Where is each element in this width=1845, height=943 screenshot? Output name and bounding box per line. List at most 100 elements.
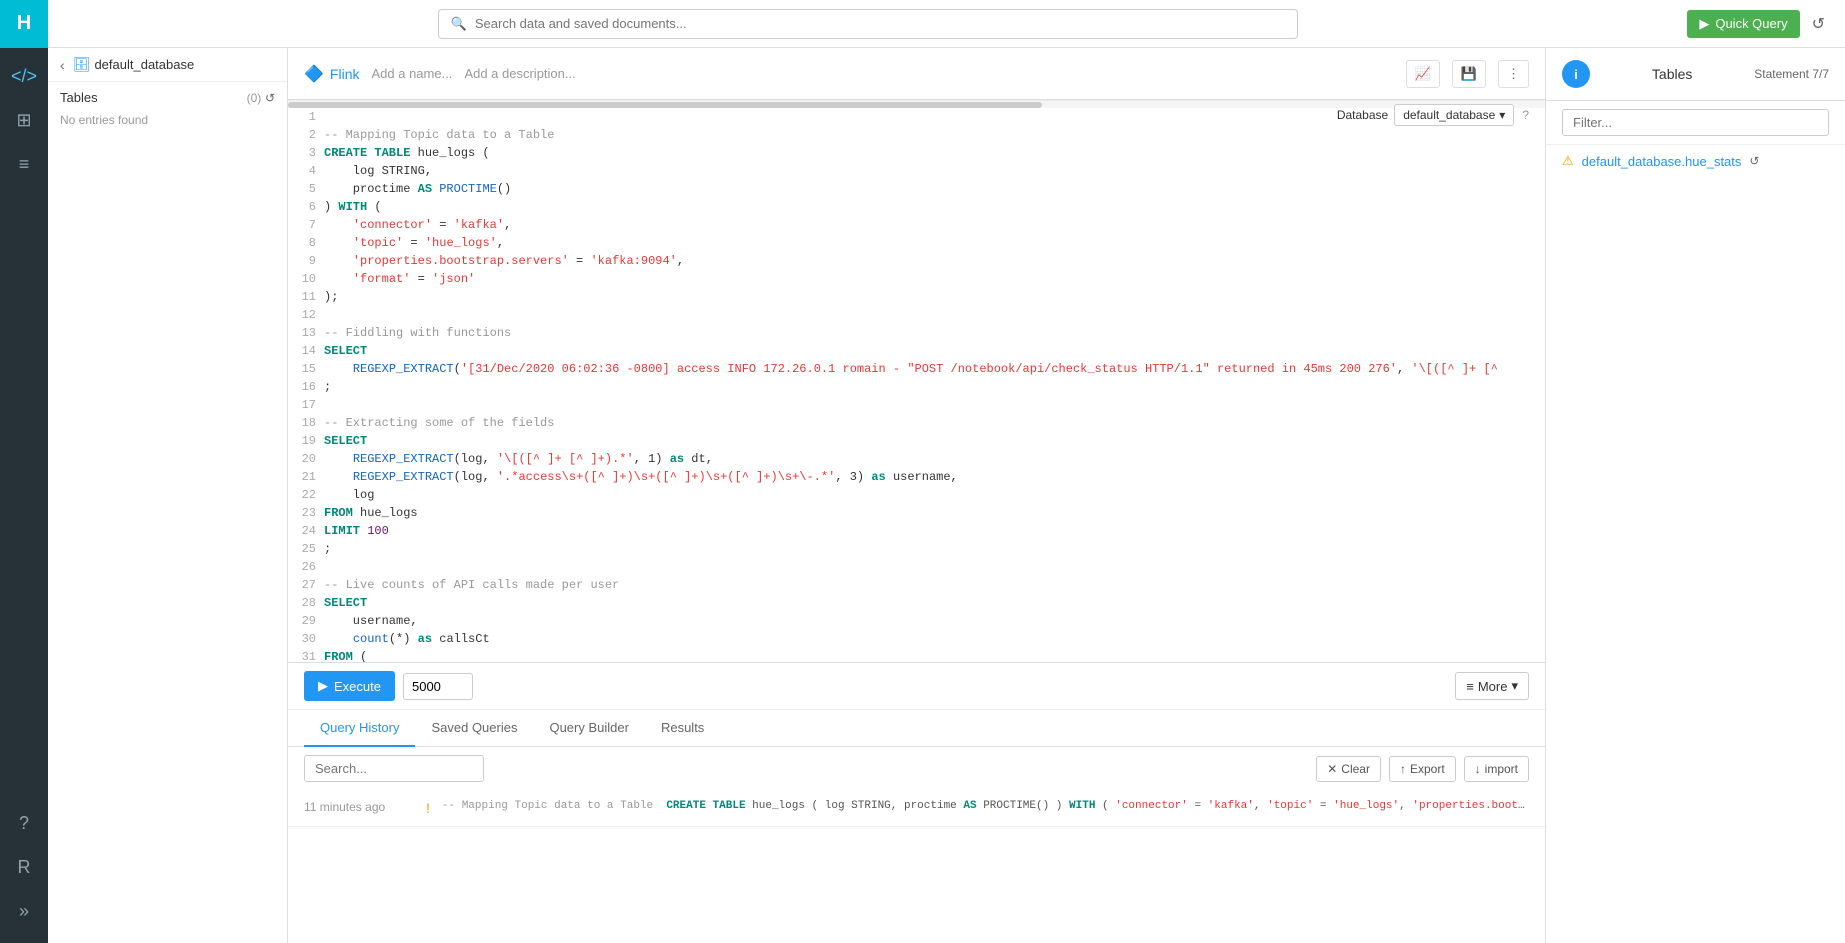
code-line: 8 'topic' = 'hue_logs', bbox=[288, 234, 1545, 252]
help-icon: ? bbox=[19, 813, 29, 834]
sidebar-header: ‹ 🗄 default_database bbox=[48, 48, 287, 82]
app-logo: H bbox=[0, 0, 48, 48]
tabs-bar: Query History Saved Queries Query Builde… bbox=[288, 710, 1545, 747]
database-selector-dropdown[interactable]: default_database ▾ bbox=[1394, 104, 1514, 126]
save-button[interactable]: 💾 bbox=[1452, 60, 1486, 88]
history-list: 11 minutes ago ! -- Mapping Topic data t… bbox=[288, 790, 1545, 943]
left-sidebar: </> ⊞ ≡ ? R » bbox=[0, 48, 48, 943]
code-line: 14SELECT bbox=[288, 342, 1545, 360]
search-input[interactable] bbox=[475, 16, 1285, 31]
code-line: 3CREATE TABLE hue_logs ( bbox=[288, 144, 1545, 162]
execute-button[interactable]: ▶ Execute bbox=[304, 671, 395, 701]
add-name-link[interactable]: Add a name... bbox=[371, 66, 452, 81]
right-panel-search bbox=[1546, 101, 1845, 145]
code-line: 6) WITH ( bbox=[288, 198, 1545, 216]
quick-query-button[interactable]: ▶ Quick Query bbox=[1687, 10, 1799, 38]
code-line: 20 REGEXP_EXTRACT(log, '\[([^ ]+ [^ ]+).… bbox=[288, 450, 1545, 468]
code-line: 16; bbox=[288, 378, 1545, 396]
code-line: 26 bbox=[288, 558, 1545, 576]
code-line: 22 log bbox=[288, 486, 1545, 504]
code-line: 11); bbox=[288, 288, 1545, 306]
database-breadcrumb: 🗄 default_database bbox=[73, 56, 195, 73]
code-line: 12 bbox=[288, 306, 1545, 324]
table-icon: ⊞ bbox=[16, 110, 31, 131]
add-description-link[interactable]: Add a description... bbox=[464, 66, 575, 81]
filter-input[interactable] bbox=[1562, 109, 1829, 136]
reset-button[interactable]: ↺ bbox=[1808, 10, 1829, 38]
editor-area: Database default_database ▾ ? 1 2-- Mapp… bbox=[288, 100, 1545, 663]
code-line: 2-- Mapping Topic data to a Table bbox=[288, 126, 1545, 144]
clear-button[interactable]: ✕ Clear bbox=[1316, 756, 1381, 782]
tables-meta: (0) ↺ bbox=[247, 90, 275, 105]
tab-results[interactable]: Results bbox=[645, 710, 720, 747]
share-button[interactable]: 📈 bbox=[1406, 60, 1440, 88]
export-icon: ↑ bbox=[1400, 762, 1406, 776]
refresh-tables-icon[interactable]: ↺ bbox=[265, 91, 275, 105]
code-line: 28SELECT bbox=[288, 594, 1545, 612]
sidebar-item-help[interactable]: ? bbox=[4, 803, 44, 843]
right-panel: i Tables Statement 7/7 ⚠ default_databas… bbox=[1545, 48, 1845, 943]
chevron-down-icon: ▾ bbox=[1499, 108, 1505, 122]
import-button[interactable]: ↓ import bbox=[1464, 756, 1529, 782]
execute-bar: ▶ Execute ≡ More ▾ bbox=[288, 663, 1545, 710]
clear-icon: ✕ bbox=[1327, 762, 1337, 776]
refresh-icon[interactable]: ↺ bbox=[1749, 154, 1759, 168]
flink-icon: 🔷 bbox=[304, 64, 324, 84]
database-icon: 🗄 bbox=[73, 56, 91, 73]
warning-icon: ⚠ bbox=[1562, 153, 1574, 169]
code-icon: </> bbox=[11, 66, 37, 87]
right-panel-header: i Tables Statement 7/7 bbox=[1546, 48, 1845, 101]
export-button[interactable]: ↑ Export bbox=[1389, 756, 1456, 782]
sidebar-item-tables[interactable]: ⊞ bbox=[4, 100, 44, 140]
code-line: 19SELECT bbox=[288, 432, 1545, 450]
editor-toolbar: Database default_database ▾ ? bbox=[1337, 104, 1529, 126]
code-line: 10 'format' = 'json' bbox=[288, 270, 1545, 288]
code-line: 24LIMIT 100 bbox=[288, 522, 1545, 540]
back-button[interactable]: ‹ bbox=[60, 57, 65, 73]
database-selector: Database default_database ▾ bbox=[1337, 104, 1515, 126]
play-icon: ▶ bbox=[1699, 16, 1709, 32]
scrollbar-thumb bbox=[288, 102, 1042, 108]
expand-icon: » bbox=[19, 901, 29, 922]
code-line: 25; bbox=[288, 540, 1545, 558]
tab-query-builder[interactable]: Query Builder bbox=[533, 710, 644, 747]
editor-header: 🔷 Flink Add a name... Add a description.… bbox=[288, 48, 1545, 100]
code-line: 4 log STRING, bbox=[288, 162, 1545, 180]
search-box[interactable]: 🔍 bbox=[438, 9, 1298, 39]
more-actions-button[interactable]: ⋮ bbox=[1498, 60, 1529, 88]
tab-query-history[interactable]: Query History bbox=[304, 710, 415, 747]
top-bar-actions: ▶ Quick Query ↺ bbox=[1687, 10, 1829, 38]
more-button[interactable]: ≡ More ▾ bbox=[1455, 672, 1529, 700]
chevron-down-icon: ▾ bbox=[1511, 678, 1518, 694]
more-icon: ≡ bbox=[1466, 679, 1474, 694]
code-line: 7 'connector' = 'kafka', bbox=[288, 216, 1545, 234]
code-editor[interactable]: 1 2-- Mapping Topic data to a Table 3CRE… bbox=[288, 100, 1545, 662]
top-bar: H 🔍 ▶ Quick Query ↺ bbox=[0, 0, 1845, 48]
tab-content: ✕ Clear ↑ Export ↓ import 11 minutes ago… bbox=[288, 747, 1545, 943]
tables-header: Tables (0) ↺ bbox=[60, 90, 275, 105]
history-search-input[interactable] bbox=[304, 755, 484, 782]
code-line: 13-- Fiddling with functions bbox=[288, 324, 1545, 342]
code-line: 9 'properties.bootstrap.servers' = 'kafk… bbox=[288, 252, 1545, 270]
limit-input[interactable] bbox=[403, 673, 473, 700]
search-icon: 🔍 bbox=[451, 16, 467, 32]
table-item[interactable]: ⚠ default_database.hue_stats ↺ bbox=[1546, 145, 1845, 177]
history-query-text[interactable]: -- Mapping Topic data to a Table CREATE … bbox=[442, 800, 1529, 812]
file-browser: ‹ 🗄 default_database Tables (0) ↺ No ent… bbox=[48, 48, 288, 943]
code-line: 30 count(*) as callsCt bbox=[288, 630, 1545, 648]
code-line: 21 REGEXP_EXTRACT(log, '.*access\s+([^ ]… bbox=[288, 468, 1545, 486]
history-item: 11 minutes ago ! -- Mapping Topic data t… bbox=[288, 790, 1545, 827]
flink-label: 🔷 Flink bbox=[304, 64, 359, 84]
bottom-panel: ▶ Execute ≡ More ▾ Query History Saved Q… bbox=[288, 663, 1545, 943]
code-line: 31FROM ( bbox=[288, 648, 1545, 662]
play-icon: ▶ bbox=[318, 678, 328, 694]
tab-actions-bar: ✕ Clear ↑ Export ↓ import bbox=[288, 747, 1545, 790]
code-line: 18-- Extracting some of the fields bbox=[288, 414, 1545, 432]
sidebar-item-code[interactable]: </> bbox=[4, 56, 44, 96]
help-icon[interactable]: ? bbox=[1522, 108, 1529, 122]
tab-saved-queries[interactable]: Saved Queries bbox=[415, 710, 533, 747]
sidebar-item-expand[interactable]: » bbox=[4, 891, 44, 931]
sidebar-item-user[interactable]: R bbox=[4, 847, 44, 887]
user-icon: R bbox=[18, 857, 31, 878]
sidebar-item-charts[interactable]: ≡ bbox=[4, 144, 44, 184]
